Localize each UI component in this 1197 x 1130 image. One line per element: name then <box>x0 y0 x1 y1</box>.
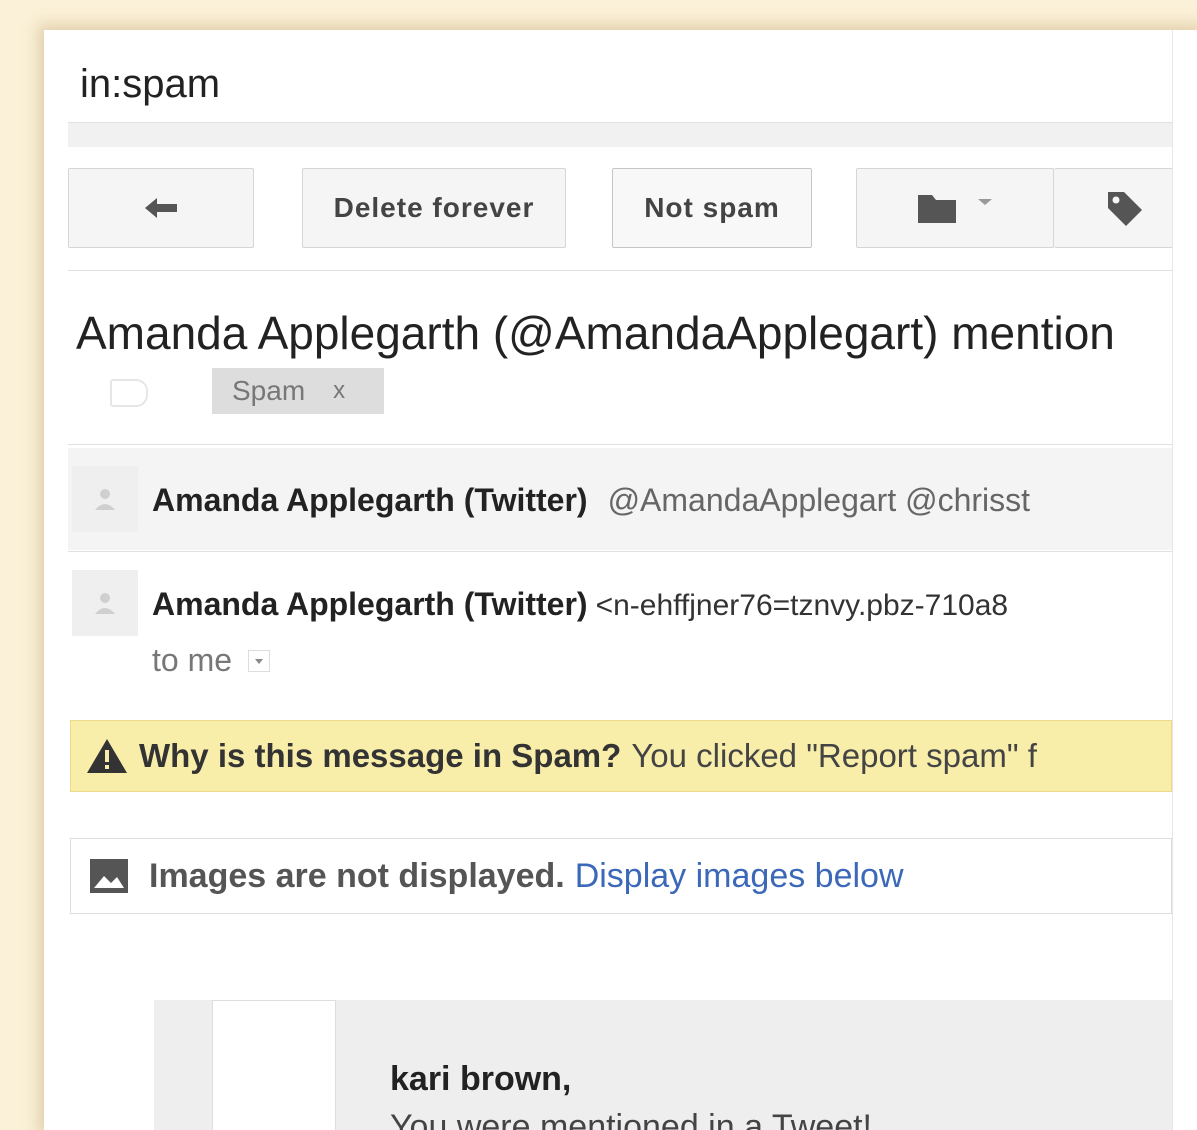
divider <box>68 444 1172 445</box>
recipient-text: to me <box>152 642 233 678</box>
image-icon <box>90 859 128 893</box>
gmail-panel: in:spam Delete forever Not spam Amanda A… <box>44 30 1197 1130</box>
scroll-edge <box>1172 30 1197 1130</box>
chevron-down-icon <box>978 199 992 205</box>
message-snippet: @AmandaApplegart @chrisst <box>607 482 1031 518</box>
sender-name: Amanda Applegarth (Twitter) <box>152 586 588 622</box>
email-greeting: kari brown, <box>390 1060 572 1098</box>
message-sender: Amanda Applegarth (Twitter) <n-ehffjner76… <box>152 586 1008 623</box>
folder-icon <box>918 195 956 223</box>
avatar <box>72 570 138 636</box>
thread-subject: Amanda Applegarth (@AmandaApplegart) men… <box>76 307 1115 359</box>
search-query[interactable]: in:spam <box>80 62 220 107</box>
spam-warning-banner: Why is this message in Spam? You clicked… <box>70 720 1172 792</box>
warning-icon <box>87 739 127 773</box>
not-spam-button[interactable]: Not spam <box>612 168 812 248</box>
person-icon <box>95 593 115 614</box>
toolbar-divider <box>68 122 1172 147</box>
sender-address: <n-ehffjner76=tznvy.pbz-710a8 <box>595 589 1009 622</box>
avatar <box>72 466 138 532</box>
email-body-text: You were mentioned in a Tweet! <box>390 1108 872 1130</box>
tag-icon <box>1107 192 1142 226</box>
display-images-link[interactable]: Display images below <box>575 857 904 896</box>
message-sender: Amanda Applegarth (Twitter) @AmandaAppleg… <box>152 482 1030 519</box>
remove-label-button[interactable]: x <box>333 377 345 405</box>
spam-warning-question: Why is this message in Spam? <box>139 737 622 774</box>
delete-forever-button[interactable]: Delete forever <box>302 168 566 248</box>
spam-warning-explanation: You clicked "Report spam" f <box>631 737 1037 774</box>
person-icon <box>95 489 115 510</box>
divider <box>68 551 1172 552</box>
back-arrow-icon <box>145 198 177 218</box>
profile-image-placeholder <box>212 1000 336 1130</box>
recipient-line: to me <box>152 642 271 679</box>
divider <box>68 270 1172 271</box>
sender-name: Amanda Applegarth (Twitter) <box>152 482 588 518</box>
spam-label-chip: Spam x <box>212 368 384 414</box>
move-to-button[interactable] <box>856 168 1054 248</box>
images-notice: Images are not displayed. Display images… <box>70 838 1172 914</box>
spam-label: Spam <box>232 375 306 406</box>
important-marker-icon[interactable] <box>110 379 148 407</box>
email-body: kari brown, You were mentioned in a Twee… <box>154 1000 1172 1130</box>
show-details-icon[interactable] <box>248 649 271 672</box>
images-notice-text: Images are not displayed. <box>149 856 565 895</box>
back-button[interactable] <box>68 168 254 248</box>
